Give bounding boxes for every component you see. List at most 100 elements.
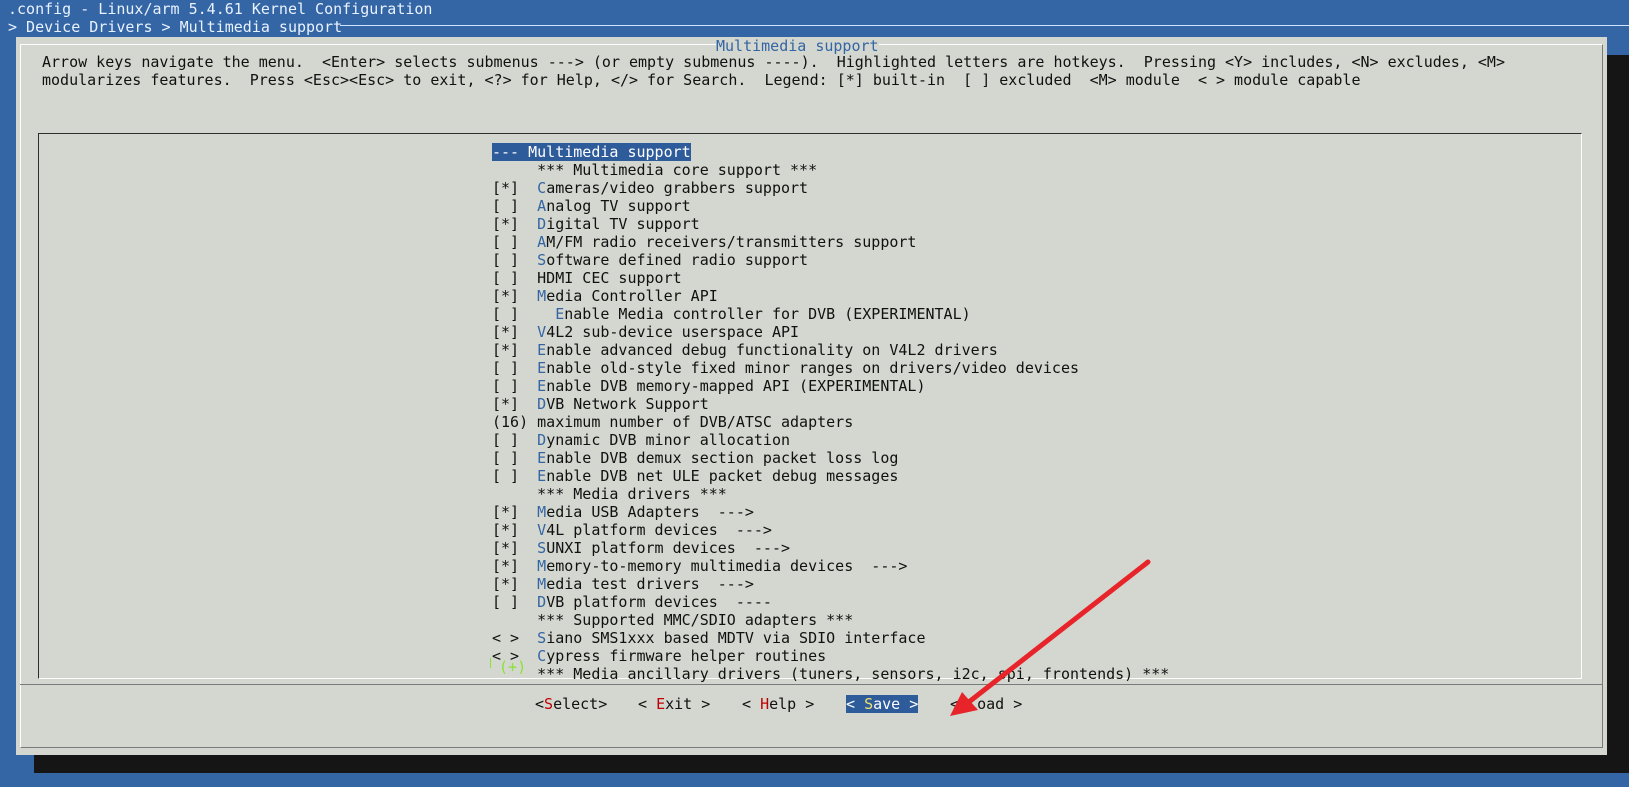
menu-item[interactable]: [ ] Enable DVB demux section packet loss… (492, 449, 898, 467)
menu-item-hotkey: E (537, 467, 547, 485)
menu-item-hotkey: E (537, 359, 547, 377)
menu-item[interactable]: [*] Cameras/video grabbers support (492, 179, 808, 197)
menu-item[interactable]: --- Multimedia support (492, 143, 691, 161)
menu-item-label: UNXI platform devices ---> (546, 539, 791, 557)
menu-item-label: edia USB Adapters ---> (546, 503, 754, 521)
menu-item-label: VB Network Support (546, 395, 709, 413)
menu-item-text: Digital TV support (537, 215, 700, 233)
menu-item[interactable]: [*] SUNXI platform devices ---> (492, 539, 790, 557)
dialog-shadow-bottom (34, 755, 1607, 773)
menu-item-state: [ ] (492, 449, 538, 467)
menu-item[interactable]: < > Cypress firmware helper routines (492, 647, 826, 665)
menu-item-text: Siano SMS1xxx based MDTV via SDIO interf… (537, 629, 925, 647)
menu-item[interactable]: [ ] Enable old-style fixed minor ranges … (492, 359, 1079, 377)
menu-item[interactable]: [*] Enable advanced debug functionality … (492, 341, 998, 359)
menu-item-state: [ ] (492, 197, 538, 215)
menu-item-label: *** Media ancillary drivers (tuners, sen… (537, 665, 1170, 683)
menu-item-hotkey: E (555, 305, 565, 323)
menu-item-label: igital TV support (546, 215, 700, 233)
menu-item-text: Enable DVB net ULE packet debug messages (537, 467, 898, 485)
menu-item[interactable]: [*] V4L platform devices ---> (492, 521, 772, 539)
menu-item[interactable]: *** Media drivers *** (492, 485, 727, 503)
buttons-separator (20, 684, 1603, 685)
menu-item-hotkey: M (537, 287, 547, 305)
menu-item-state: [*] (492, 287, 538, 305)
breadcrumb: > Device Drivers > Multimedia support (8, 18, 343, 36)
menu-item-label: nalog TV support (546, 197, 691, 215)
menu-item-hotkey: S (537, 629, 547, 647)
menu-item-text: Dynamic DVB minor allocation (537, 431, 790, 449)
header-rule (340, 25, 1629, 26)
menu-item-label: emory-to-memory multimedia devices ---> (546, 557, 908, 575)
menu-item[interactable]: < > Siano SMS1xxx based MDTV via SDIO in… (492, 629, 925, 647)
menu-item[interactable]: *** Supported MMC/SDIO adapters *** (492, 611, 853, 629)
menu-item-text: maximum number of DVB/ATSC adapters (537, 413, 853, 431)
menu-item-hotkey: C (537, 179, 547, 197)
menu-item[interactable]: [ ] Enable Media controller for DVB (EXP… (492, 305, 971, 323)
menu-item-label: nable DVB memory-mapped API (EXPERIMENTA… (546, 377, 926, 395)
menu-item[interactable]: [*] Memory-to-memory multimedia devices … (492, 557, 907, 575)
menu-item-label: 4L platform devices ---> (546, 521, 772, 539)
menu-item-state: [*] (492, 557, 538, 575)
menu-item-state: [*] (492, 575, 538, 593)
menu-item-state (492, 611, 537, 629)
menu-item-text: V4L platform devices ---> (537, 521, 772, 539)
menu-item[interactable]: [ ] Dynamic DVB minor allocation (492, 431, 790, 449)
menu-item-text: DVB platform devices ---- (537, 593, 772, 611)
menu-item[interactable]: [*] Digital TV support (492, 215, 700, 233)
save-button[interactable]: < Save > (846, 695, 919, 713)
menu-item-state: [ ] (492, 467, 538, 485)
menu-item-label: maximum number of DVB/ATSC adapters (537, 413, 854, 431)
menu-item[interactable]: [*] Media USB Adapters ---> (492, 503, 754, 521)
more-indicator: (+) (499, 658, 527, 676)
menu-item[interactable]: [ ] DVB platform devices ---- (492, 593, 772, 611)
help-button[interactable]: < Help > (742, 695, 814, 713)
menu-item-label: edia test drivers ---> (546, 575, 754, 593)
menu-item[interactable]: *** Multimedia core support *** (492, 161, 817, 179)
menu-item-hotkey: C (537, 647, 547, 665)
menu-item-text: Analog TV support (537, 197, 691, 215)
menu-item-hotkey: E (537, 377, 547, 395)
menu-item-text: *** Media ancillary drivers (tuners, sen… (537, 665, 1169, 683)
menu-item[interactable]: [ ] Analog TV support (492, 197, 691, 215)
menu-item[interactable]: [*] V4L2 sub-device userspace API (492, 323, 799, 341)
menu-item-state: [*] (492, 503, 538, 521)
menu-item-label: HDMI CEC support (537, 269, 682, 287)
menu-item-state: [ ] (492, 593, 538, 611)
select-button[interactable]: <Select> (535, 695, 607, 713)
menu-list[interactable]: --- Multimedia support *** Multimedia co… (38, 133, 1582, 683)
menu-item[interactable]: [ ] Enable DVB net ULE packet debug mess… (492, 467, 898, 485)
load-button[interactable]: < Load > (950, 695, 1022, 713)
menu-item-label: *** Media drivers *** (537, 485, 727, 503)
help-text: Arrow keys navigate the menu. <Enter> se… (42, 53, 1505, 89)
menu-item[interactable]: *** Media ancillary drivers (tuners, sen… (492, 665, 1169, 683)
menu-item[interactable]: [*] DVB Network Support (492, 395, 709, 413)
menu-item-state: [ ] (492, 431, 538, 449)
menu-item[interactable]: [ ] HDMI CEC support (492, 269, 682, 287)
menu-item-label: nable Media controller for DVB (EXPERIME… (564, 305, 971, 323)
menu-item-hotkey: V (537, 323, 547, 341)
menu-item-state: [*] (492, 179, 538, 197)
menu-item-text: Media test drivers ---> (537, 575, 754, 593)
menu-item[interactable]: (16) maximum number of DVB/ATSC adapters (492, 413, 853, 431)
menu-item[interactable]: [ ] AM/FM radio receivers/transmitters s… (492, 233, 916, 251)
menu-item-label: M/FM radio receivers/transmitters suppor… (546, 233, 917, 251)
menu-item-text: DVB Network Support (537, 395, 709, 413)
menu-item-text: Enable DVB memory-mapped API (EXPERIMENT… (537, 377, 925, 395)
menu-item-text: Software defined radio support (537, 251, 808, 269)
menu-item-state: [ ] (492, 251, 538, 269)
menu-item-text: V4L2 sub-device userspace API (537, 323, 799, 341)
menu-item[interactable]: [ ] Enable DVB memory-mapped API (EXPERI… (492, 377, 925, 395)
menu-item-hotkey: D (537, 395, 547, 413)
menu-item[interactable]: [*] Media Controller API (492, 287, 718, 305)
menu-item-label: ameras/video grabbers support (546, 179, 809, 197)
menu-item-label: iano SMS1xxx based MDTV via SDIO interfa… (546, 629, 926, 647)
menu-item-text: Media Controller API (537, 287, 718, 305)
menu-item[interactable]: [ ] Software defined radio support (492, 251, 808, 269)
menu-item-hotkey: A (537, 197, 547, 215)
exit-button[interactable]: < Exit > (638, 695, 710, 713)
menu-item-state: [*] (492, 323, 538, 341)
menu-item-text: *** Multimedia core support *** (537, 161, 817, 179)
menu-item[interactable]: [*] Media test drivers ---> (492, 575, 754, 593)
menu-item-state: [ ] (492, 377, 538, 395)
